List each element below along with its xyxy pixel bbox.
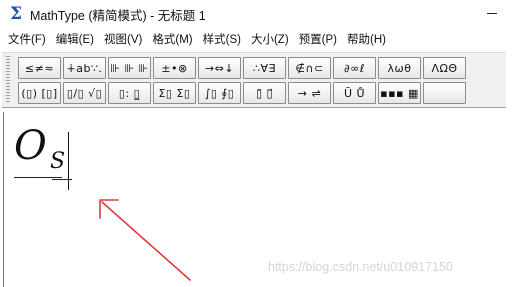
toolbar-extra-button[interactable]: [423, 82, 466, 104]
menu-style[interactable]: 样式(S): [198, 31, 246, 47]
labeled-arrow-templates-button[interactable]: → ⇌: [288, 82, 331, 104]
toolbar-row-templates: (▯) [▯] ▯/▯ √▯ ▯: ▯̲ Σ▯ Σ▯ ∫▯ ∮▯ ▯̄ ▯⃗ →…: [18, 82, 466, 104]
integral-templates-button[interactable]: ∫▯ ∮▯: [198, 82, 241, 104]
menu-help[interactable]: 帮助(H): [342, 31, 391, 47]
toolbar-row-symbols: ≤≠≈ ∔ab∵. ⊪ ⊪ ⊪ ±•⊗ →⇔↓ ∴∀∃ ∉∩⊂ ∂∞ℓ λωθ …: [18, 57, 466, 79]
minimize-icon: [487, 12, 497, 14]
red-arrow-annotation: [99, 199, 191, 281]
mathtype-logo-icon: Σ: [9, 4, 23, 24]
subscript-superscript-templates-button[interactable]: ▯: ▯̲: [108, 82, 151, 104]
insertion-cursor: [68, 132, 69, 190]
watermark-text: https://blog.csdn.net/u010917150: [268, 260, 453, 274]
equation-editor-area[interactable]: O S https://blog.csdn.net/u010917150: [0, 112, 514, 287]
products-set-templates-button[interactable]: Ū Ů: [333, 82, 376, 104]
menu-file[interactable]: 文件(F): [0, 31, 51, 47]
fence-templates-button[interactable]: (▯) [▯]: [18, 82, 61, 104]
menu-bar: 文件(F) 编辑(E) 视图(V) 格式(M) 样式(S) 大小(Z) 预置(P…: [0, 30, 514, 48]
subscript-guide: [52, 179, 72, 180]
formula-main-letter: O: [14, 123, 47, 169]
formula-subscript: S: [50, 149, 66, 174]
fraction-radical-templates-button[interactable]: ▯/▯ √▯: [63, 82, 106, 104]
baseline-guide: [14, 177, 62, 178]
minimize-button[interactable]: [480, 0, 504, 26]
equation[interactable]: O S: [14, 122, 74, 192]
menu-format[interactable]: 格式(M): [147, 31, 197, 47]
menu-preferences[interactable]: 预置(P): [294, 31, 342, 47]
toolbar-grip-handle[interactable]: [6, 56, 10, 104]
relational-symbols-button[interactable]: ≤≠≈: [18, 57, 61, 79]
matrix-templates-button[interactable]: ▪▪▪ ▦: [378, 82, 421, 104]
arrow-symbols-button[interactable]: →⇔↓: [198, 57, 241, 79]
spaces-ellipses-button[interactable]: ∔ab∵.: [63, 57, 106, 79]
arrow-shaft: [101, 201, 191, 281]
misc-symbols-button[interactable]: ∂∞ℓ: [333, 57, 376, 79]
window-title: MathType (精简模式) - 无标题 1: [30, 8, 206, 23]
logical-symbols-button[interactable]: ∴∀∃: [243, 57, 286, 79]
embellishments-button[interactable]: ⊪ ⊪ ⊪: [108, 57, 151, 79]
menu-edit[interactable]: 编辑(E): [51, 31, 99, 47]
greek-uppercase-button[interactable]: ΛΩΘ: [423, 57, 466, 79]
menu-size[interactable]: 大小(Z): [246, 31, 294, 47]
underbar-overbar-templates-button[interactable]: ▯̄ ▯⃗: [243, 82, 286, 104]
menu-view[interactable]: 视图(V): [99, 31, 147, 47]
set-theory-symbols-button[interactable]: ∉∩⊂: [288, 57, 331, 79]
summation-templates-button[interactable]: Σ▯ Σ▯: [153, 82, 196, 104]
symbol-palette-toolbar: ≤≠≈ ∔ab∵. ⊪ ⊪ ⊪ ±•⊗ →⇔↓ ∴∀∃ ∉∩⊂ ∂∞ℓ λωθ …: [2, 52, 506, 108]
editor-border: [3, 112, 4, 287]
title-bar: Σ MathType (精简模式) - 无标题 1: [0, 0, 514, 28]
operator-symbols-button[interactable]: ±•⊗: [153, 57, 196, 79]
greek-lowercase-button[interactable]: λωθ: [378, 57, 421, 79]
